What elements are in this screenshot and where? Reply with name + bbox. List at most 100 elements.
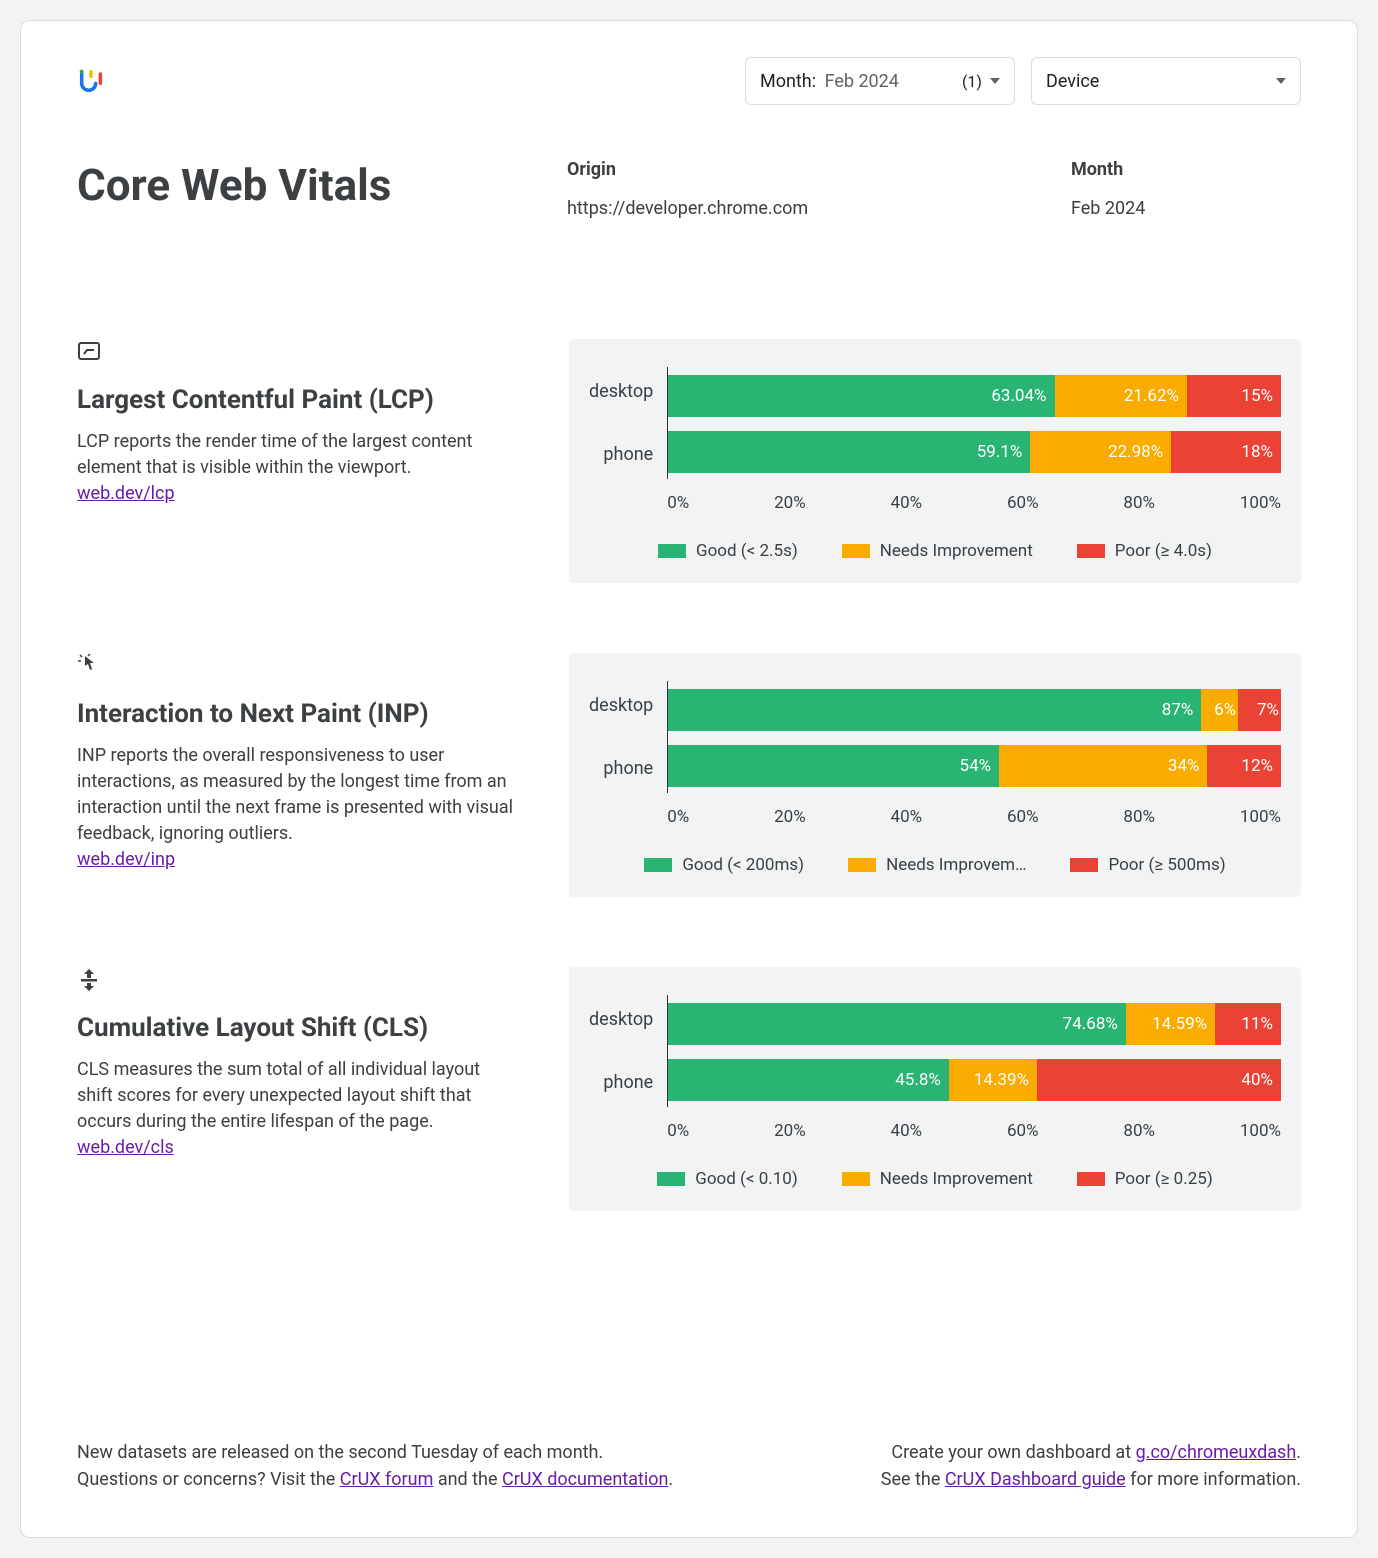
footer-text: for more information. bbox=[1126, 1469, 1301, 1490]
legend-ni: Needs Improvement bbox=[880, 1169, 1033, 1189]
inp-chart: desktop phone 87% 6% 7% 54% bbox=[569, 653, 1301, 897]
page-title: Core Web Vitals bbox=[77, 159, 567, 219]
inp-phone-poor: 12% bbox=[1207, 745, 1281, 787]
axis-tick: 80% bbox=[1123, 1121, 1155, 1141]
month-dropdown-count: (1) bbox=[962, 72, 982, 91]
inp-phone-ni: 34% bbox=[999, 745, 1207, 787]
lcp-cat-phone: phone bbox=[589, 434, 653, 476]
metric-inp: Interaction to Next Paint (INP) INP repo… bbox=[77, 653, 1301, 897]
legend-ni: Needs Improvement bbox=[880, 541, 1033, 561]
cls-bar-desktop: 74.68% 14.59% 11% bbox=[668, 1003, 1281, 1045]
footer-text: Create your own dashboard at bbox=[891, 1442, 1135, 1463]
cls-phone-ni: 14.39% bbox=[949, 1059, 1037, 1101]
month-label: Month bbox=[1071, 159, 1301, 180]
inp-cat-desktop: desktop bbox=[589, 685, 653, 727]
device-dropdown[interactable]: Device bbox=[1031, 57, 1301, 105]
month-value: Feb 2024 bbox=[1071, 198, 1301, 219]
axis-tick: 100% bbox=[1240, 807, 1281, 827]
axis-tick: 0% bbox=[667, 807, 689, 827]
lcp-doc-link[interactable]: web.dev/lcp bbox=[77, 483, 175, 504]
topbar: Month: Feb 2024 (1) Device bbox=[77, 57, 1301, 105]
footer-text: Questions or concerns? Visit the bbox=[77, 1469, 340, 1490]
cls-phone-good: 45.8% bbox=[668, 1059, 949, 1101]
dashboard-guide-link[interactable]: CrUX Dashboard guide bbox=[945, 1469, 1126, 1490]
axis-tick: 20% bbox=[774, 493, 806, 513]
report-card: Month: Feb 2024 (1) Device Core Web Vita… bbox=[20, 20, 1358, 1538]
lcp-desktop-poor: 15% bbox=[1187, 375, 1281, 417]
legend-poor: Poor (≥ 500ms) bbox=[1108, 855, 1225, 875]
axis-tick: 40% bbox=[891, 807, 923, 827]
month-dropdown[interactable]: Month: Feb 2024 (1) bbox=[745, 57, 1015, 105]
lcp-desktop-good: 63.04% bbox=[668, 375, 1054, 417]
crux-forum-link[interactable]: CrUX forum bbox=[340, 1469, 434, 1490]
cls-desc: CLS measures the sum total of all indivi… bbox=[77, 1059, 480, 1132]
cls-desktop-good: 74.68% bbox=[668, 1003, 1126, 1045]
legend-poor: Poor (≥ 0.25) bbox=[1115, 1169, 1213, 1189]
lcp-desktop-ni: 21.62% bbox=[1055, 375, 1187, 417]
legend-ni: Needs Improvem… bbox=[886, 855, 1026, 875]
swatch-poor-icon bbox=[1070, 858, 1098, 872]
footer-text: . bbox=[668, 1469, 673, 1490]
lcp-bar-phone: 59.1% 22.98% 18% bbox=[668, 431, 1281, 473]
month-dropdown-value: Feb 2024 bbox=[825, 71, 899, 92]
lcp-phone-ni: 22.98% bbox=[1030, 431, 1171, 473]
lcp-desc: LCP reports the render time of the large… bbox=[77, 431, 472, 478]
cls-phone-poor: 40% bbox=[1037, 1059, 1281, 1101]
cls-xaxis: 0% 20% 40% 60% 80% 100% bbox=[667, 1121, 1281, 1141]
swatch-good-icon bbox=[658, 544, 686, 558]
device-dropdown-label: Device bbox=[1046, 71, 1099, 92]
lcp-xaxis: 0% 20% 40% 60% 80% 100% bbox=[667, 493, 1281, 513]
inp-phone-good: 54% bbox=[668, 745, 999, 787]
legend-good: Good (< 200ms) bbox=[682, 855, 804, 875]
lcp-cat-desktop: desktop bbox=[589, 371, 653, 413]
cls-chart: desktop phone 74.68% 14.59% 11% 45.8% bbox=[569, 967, 1301, 1211]
axis-tick: 0% bbox=[667, 493, 689, 513]
inp-bar-phone: 54% 34% 12% bbox=[668, 745, 1281, 787]
inp-desc: INP reports the overall responsiveness t… bbox=[77, 745, 513, 844]
cls-cat-phone: phone bbox=[589, 1062, 653, 1104]
lcp-bar-desktop: 63.04% 21.62% 15% bbox=[668, 375, 1281, 417]
inp-legend: Good (< 200ms) Needs Improvem… Poor (≥ 5… bbox=[589, 855, 1281, 875]
inp-icon bbox=[77, 653, 101, 677]
inp-desktop-ni: 6% bbox=[1201, 689, 1238, 731]
swatch-ni-icon bbox=[842, 544, 870, 558]
swatch-good-icon bbox=[657, 1172, 685, 1186]
month-dropdown-label: Month bbox=[760, 71, 812, 92]
inp-desktop-poor: 7% bbox=[1238, 689, 1281, 731]
inp-doc-link[interactable]: web.dev/inp bbox=[77, 849, 175, 870]
inp-xaxis: 0% 20% 40% 60% 80% 100% bbox=[667, 807, 1281, 827]
footer-text: . bbox=[1296, 1442, 1301, 1463]
report-footer: New datasets are released on the second … bbox=[77, 1439, 1301, 1493]
chromeuxdash-link[interactable]: g.co/chromeuxdash bbox=[1136, 1442, 1297, 1463]
footer-release-note: New datasets are released on the second … bbox=[77, 1439, 673, 1466]
axis-tick: 100% bbox=[1240, 493, 1281, 513]
origin-label: Origin bbox=[567, 159, 1071, 180]
axis-tick: 40% bbox=[891, 493, 923, 513]
swatch-ni-icon bbox=[842, 1172, 870, 1186]
lcp-chart: desktop phone 63.04% 21.62% 15% 59.1% bbox=[569, 339, 1301, 583]
lcp-phone-poor: 18% bbox=[1171, 431, 1281, 473]
cls-title: Cumulative Layout Shift (CLS) bbox=[77, 1013, 517, 1043]
metric-lcp: Largest Contentful Paint (LCP) LCP repor… bbox=[77, 339, 1301, 583]
lcp-phone-good: 59.1% bbox=[668, 431, 1030, 473]
lcp-title: Largest Contentful Paint (LCP) bbox=[77, 385, 517, 415]
axis-tick: 60% bbox=[1007, 493, 1039, 513]
axis-tick: 80% bbox=[1123, 493, 1155, 513]
legend-poor: Poor (≥ 4.0s) bbox=[1115, 541, 1212, 561]
cls-desktop-ni: 14.59% bbox=[1126, 1003, 1215, 1045]
inp-title: Interaction to Next Paint (INP) bbox=[77, 699, 517, 729]
crux-logo-icon bbox=[77, 67, 105, 95]
axis-tick: 80% bbox=[1123, 807, 1155, 827]
axis-tick: 100% bbox=[1240, 1121, 1281, 1141]
origin-value: https://developer.chrome.com bbox=[567, 198, 1071, 219]
cls-icon bbox=[77, 967, 101, 991]
inp-bar-desktop: 87% 6% 7% bbox=[668, 689, 1281, 731]
cls-doc-link[interactable]: web.dev/cls bbox=[77, 1137, 174, 1158]
swatch-ni-icon bbox=[848, 858, 876, 872]
axis-tick: 60% bbox=[1007, 1121, 1039, 1141]
crux-docs-link[interactable]: CrUX documentation bbox=[502, 1469, 668, 1490]
filter-bar: Month: Feb 2024 (1) Device bbox=[745, 57, 1301, 105]
cls-desktop-poor: 11% bbox=[1215, 1003, 1281, 1045]
swatch-poor-icon bbox=[1077, 544, 1105, 558]
axis-tick: 60% bbox=[1007, 807, 1039, 827]
